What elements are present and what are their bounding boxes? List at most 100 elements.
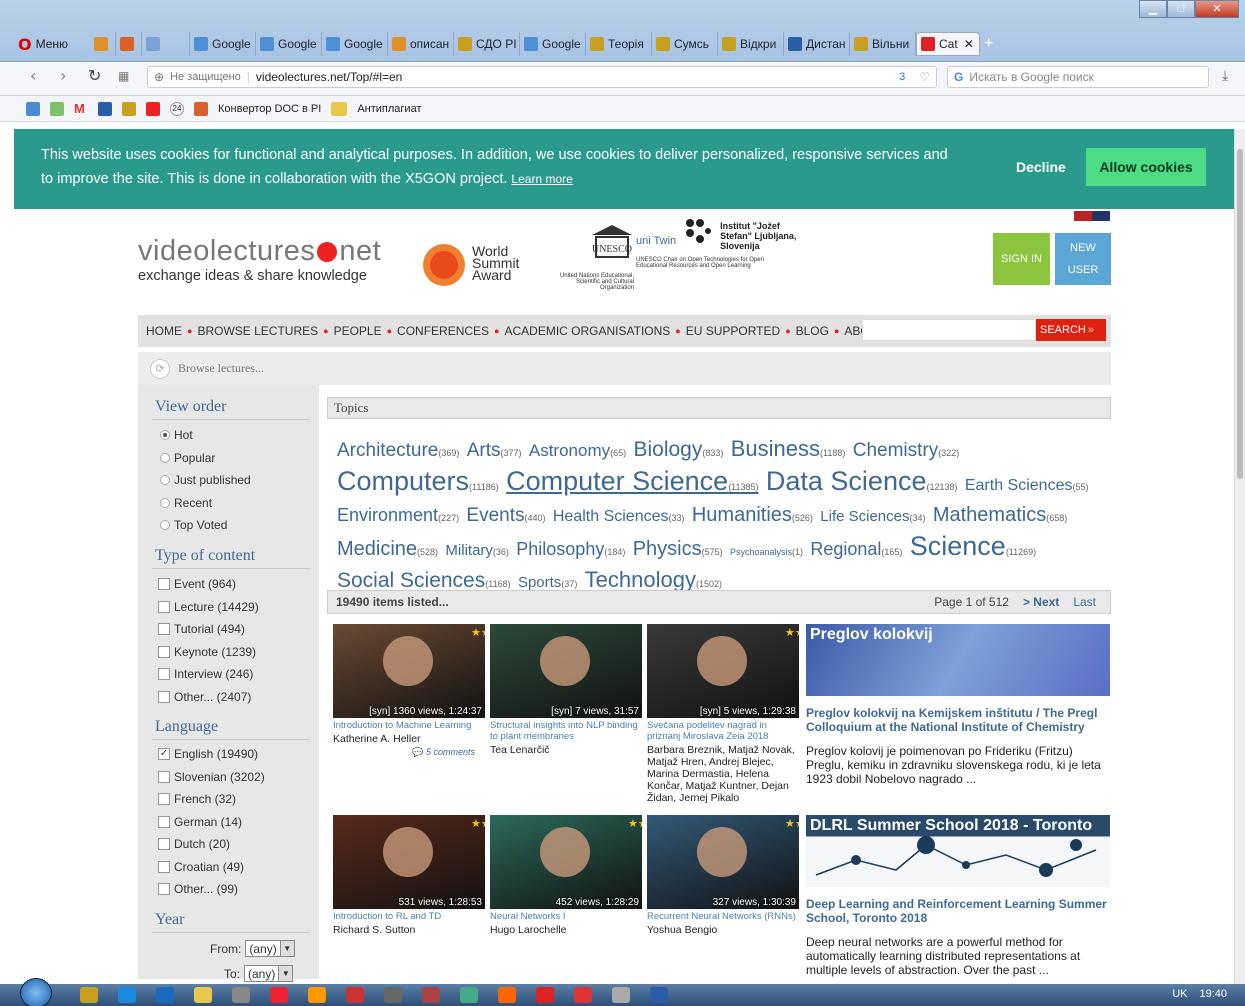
year-to-select[interactable]: (any) ▼ (244, 965, 294, 982)
lecture-title[interactable]: Introduction to Machine Learning (333, 720, 485, 731)
featured-event-heading[interactable]: Deep Learning and Reinforcement Learning… (806, 897, 1110, 925)
comments-link[interactable]: 💬 5 comments (333, 747, 485, 758)
content-type-option[interactable]: Tutorial (494) (158, 622, 245, 636)
topic-link[interactable]: Physics(575) (633, 538, 723, 560)
radio-icon[interactable] (160, 520, 170, 530)
taskbar-app-icon[interactable] (156, 987, 174, 1003)
nav-conferences[interactable]: CONFERENCES (397, 324, 489, 338)
language-option[interactable]: French (32) (158, 792, 236, 806)
lecture-card[interactable]: [syn] 7 views, 31:57 Structural insights … (490, 624, 642, 756)
view-order-option[interactable]: Hot (160, 428, 193, 442)
lecture-thumbnail[interactable]: ★★★★★[syn] 1360 views, 1:24:37 (333, 624, 485, 718)
tab-icon[interactable] (142, 32, 190, 56)
bookmark-docpdf[interactable]: Конвертор DOC в PI (218, 103, 321, 115)
topic-link[interactable]: Business(1188) (731, 436, 846, 461)
view-order-option[interactable]: Popular (160, 451, 215, 465)
browser-tab[interactable]: Теорія (586, 32, 652, 56)
topic-link[interactable]: Astronomy(65) (529, 441, 626, 460)
year-from-select[interactable]: (any) ▼ (245, 940, 295, 957)
topic-link[interactable]: Science(11269) (910, 531, 1036, 561)
topic-link[interactable]: Arts(377) (467, 440, 522, 461)
close-tab-icon[interactable]: ✕ (964, 37, 974, 51)
lecture-title[interactable]: Neural Networks I (490, 911, 642, 922)
browser-tab[interactable]: Google (256, 32, 322, 56)
browser-tab[interactable]: Cat ✕ (916, 32, 980, 56)
sign-in-button[interactable]: SIGN IN (993, 233, 1050, 285)
bookmark-icon[interactable] (98, 101, 112, 116)
language-option[interactable]: Dutch (20) (158, 837, 230, 851)
taskbar-app-icon[interactable] (118, 987, 136, 1003)
checkbox-icon[interactable] (158, 645, 170, 658)
topic-link[interactable]: Computer Science(11385) (506, 466, 758, 496)
topic-link[interactable]: Sports(37) (518, 574, 577, 591)
lecture-author[interactable]: Yoshua Bengio (647, 924, 799, 936)
checkbox-icon[interactable] (158, 578, 170, 590)
taskbar-app-icon[interactable] (80, 987, 98, 1003)
language-option[interactable]: ✓ English (19490) (158, 747, 258, 761)
taskbar-app-icon[interactable] (308, 987, 326, 1003)
tab-icon[interactable] (90, 32, 116, 56)
back-button[interactable]: ‹ (30, 66, 36, 85)
featured-event-image[interactable]: DLRL Summer School 2018 - Toronto (806, 815, 1110, 887)
last-page-link[interactable]: Last (1073, 591, 1096, 613)
forward-button[interactable]: › (60, 66, 66, 85)
topic-link[interactable]: Events(440) (466, 505, 545, 526)
topic-link[interactable]: Computers(11186) (337, 466, 499, 496)
lecture-card[interactable]: ★★★★★[syn] 1360 views, 1:24:37 Introducti… (333, 624, 485, 758)
taskbar-app-icon[interactable] (384, 987, 402, 1003)
learn-more-link[interactable]: Learn more (511, 172, 572, 186)
nav-blog[interactable]: BLOG (796, 324, 829, 338)
topic-link[interactable]: Psychoanalysis(1) (730, 547, 803, 557)
checkbox-icon[interactable] (158, 815, 170, 828)
minimize-button[interactable]: ▁ (1139, 0, 1167, 18)
content-type-option[interactable]: Event (964) (158, 577, 236, 591)
checkbox-icon[interactable] (158, 838, 170, 850)
checkbox-icon[interactable] (158, 668, 170, 680)
topic-link[interactable]: Environment(227) (337, 505, 459, 525)
view-order-option[interactable]: Just published (160, 473, 251, 487)
reload-button[interactable]: ↻ (88, 66, 101, 85)
lecture-title[interactable]: Svečana podelitev nagrad in priznanj Mir… (647, 720, 799, 742)
radio-icon[interactable] (160, 475, 170, 485)
checkbox-icon[interactable] (158, 860, 170, 873)
view-order-option[interactable]: Top Voted (160, 518, 227, 532)
checkbox-icon[interactable] (158, 770, 170, 783)
topic-link[interactable]: Architecture(369) (337, 440, 459, 461)
taskbar-app-icon[interactable] (536, 987, 554, 1003)
bookmark-icon[interactable] (26, 101, 40, 116)
maximize-button[interactable]: □ (1167, 0, 1195, 18)
topic-link[interactable]: Life Sciences(34) (820, 508, 925, 525)
download-icon[interactable]: ⤓ (1222, 67, 1228, 84)
taskbar-app-icon[interactable] (422, 987, 440, 1003)
bookmark-antiplagiat[interactable]: Антиплагиат (357, 103, 421, 115)
browser-tab[interactable]: Google (322, 32, 388, 56)
topic-link[interactable]: Technology(1502) (585, 567, 722, 592)
radio-icon[interactable] (160, 452, 170, 463)
clock[interactable]: 19:40 (1199, 988, 1227, 1000)
topic-link[interactable]: Medicine(528) (337, 538, 438, 560)
topic-link[interactable]: Military(36) (445, 542, 509, 559)
topic-link[interactable]: Regional(165) (810, 539, 902, 559)
nav-academic-organisations[interactable]: ACADEMIC ORGANISATIONS (504, 324, 670, 338)
featured-event-heading[interactable]: Preglov kolokvij na Kemijskem inštitutu … (806, 706, 1110, 734)
lecture-thumbnail[interactable]: ★★★★★[syn] 5 views, 1:29:38 (647, 624, 799, 718)
taskbar-app-icon[interactable] (346, 987, 364, 1003)
taskbar-app-icon[interactable] (460, 987, 478, 1003)
topic-link[interactable]: Humanities(526) (692, 504, 813, 526)
browser-tab[interactable]: Сумсь (652, 32, 718, 56)
site-search-button[interactable]: SEARCH» (1036, 319, 1106, 341)
address-field[interactable]: ⊕ Не защищено | videolectures.net/Top/#l… (147, 66, 937, 88)
topic-link[interactable]: Chemistry(322) (853, 440, 960, 461)
browser-tab[interactable]: Відкри (718, 32, 784, 56)
speed-dial-icon[interactable]: ▦ (118, 69, 129, 83)
taskbar-app-icon[interactable] (498, 987, 516, 1003)
nav-browse-lectures[interactable]: BROWSE LECTURES (197, 324, 318, 338)
browser-tab[interactable]: СДО PI (454, 32, 520, 56)
featured-event[interactable]: DLRL Summer School 2018 - Toronto Deep Le… (806, 815, 1110, 977)
lecture-author[interactable]: Hugo Larochelle (490, 924, 642, 936)
browser-tab[interactable]: описан (388, 32, 454, 56)
nav-home[interactable]: HOME (146, 324, 182, 338)
checkbox-icon[interactable]: ✓ (158, 748, 170, 760)
checkbox-icon[interactable] (158, 623, 170, 635)
taskbar-app-icon[interactable] (650, 987, 668, 1003)
